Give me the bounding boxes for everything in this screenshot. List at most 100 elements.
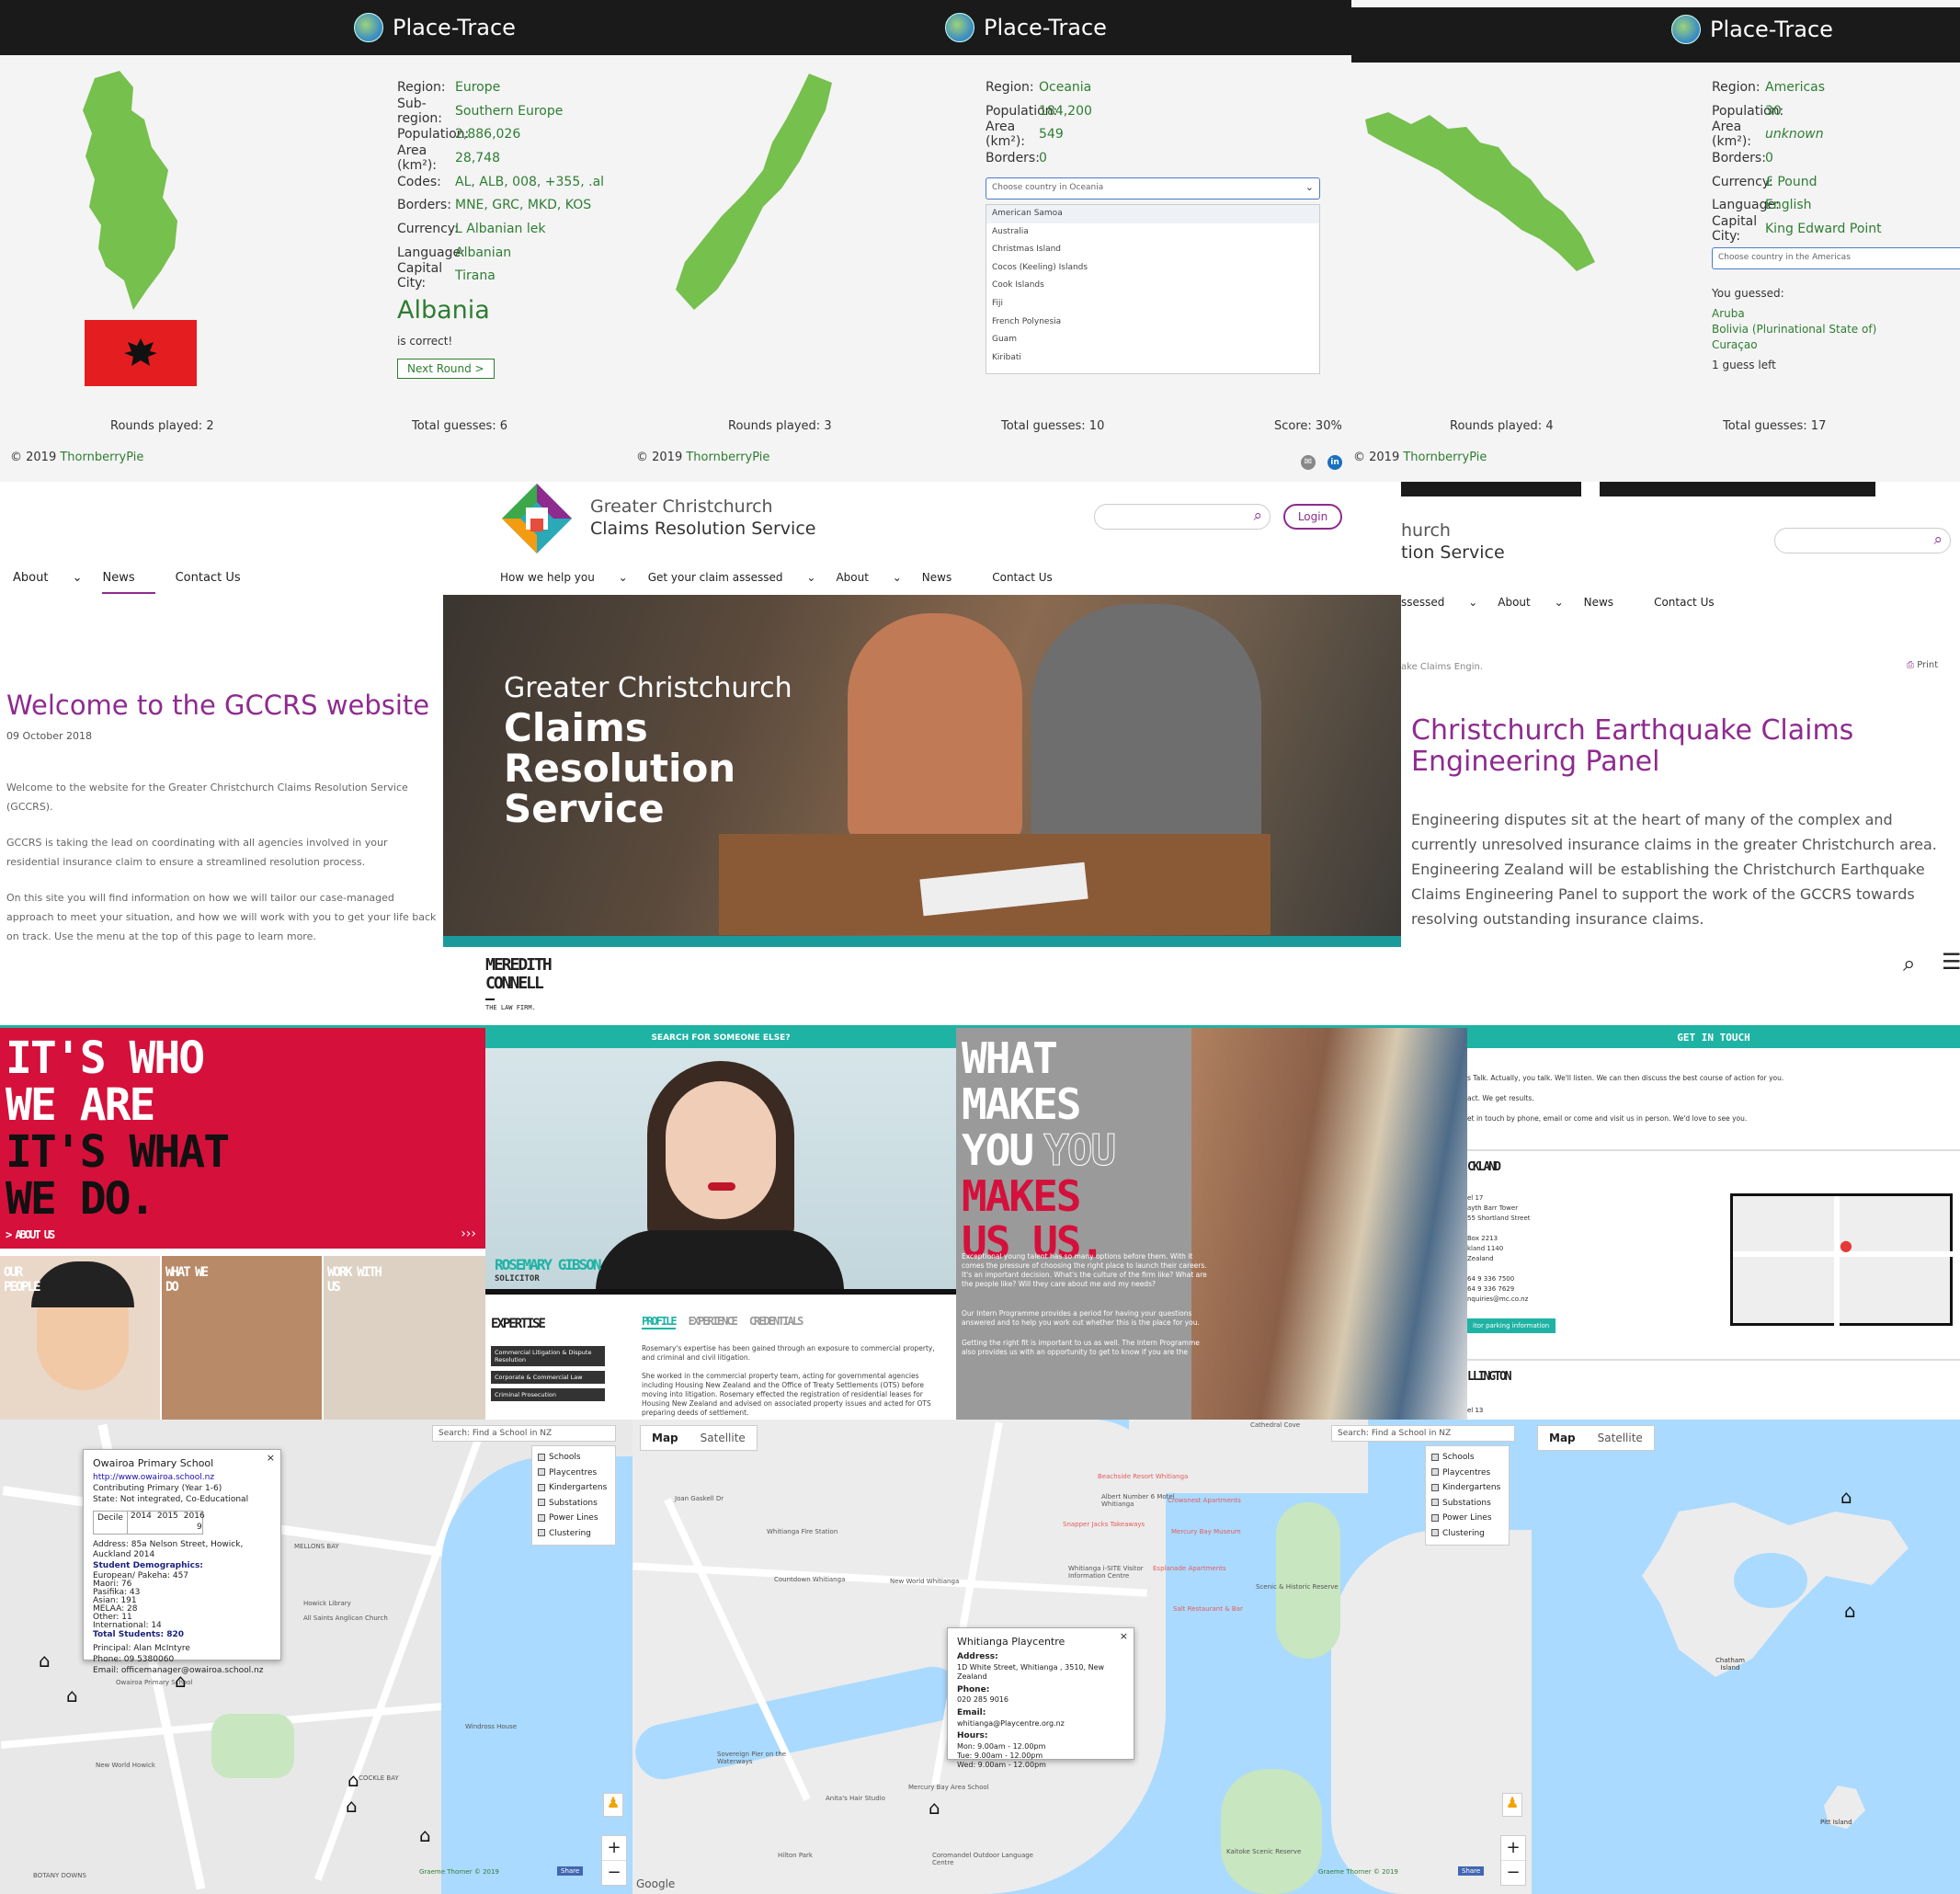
nav-news[interactable]: News — [102, 571, 155, 594]
country-option[interactable]: Fiji — [986, 295, 1319, 314]
tab-map[interactable]: Map — [1538, 1426, 1587, 1450]
login-button[interactable]: Login — [1283, 504, 1342, 530]
expertise-tag[interactable]: Commercial Litigation & Dispute Resoluti… — [491, 1346, 605, 1366]
school-marker-icon[interactable]: ⌂ — [39, 1649, 51, 1672]
school-marker-icon[interactable]: ⌂ — [346, 1795, 358, 1817]
school-map-howick[interactable]: Search: Find a School in NZ MELLONS BAY C… — [0, 1420, 632, 1894]
layer-toggle[interactable]: Clustering — [1431, 1526, 1503, 1542]
layer-toggle[interactable]: Kindergartens — [1431, 1480, 1503, 1496]
checkbox-icon[interactable] — [538, 1513, 545, 1522]
nav-about[interactable]: About ⌄ — [836, 571, 901, 584]
country-option[interactable]: American Samoa — [986, 205, 1319, 223]
zoom-in-button[interactable]: + — [1501, 1836, 1525, 1860]
playcentre-map-chatham[interactable]: Map Satellite ⌂ ⌂ Chatham Island Pitt Is… — [1532, 1420, 1960, 1894]
layer-toggle[interactable]: Power Lines — [538, 1511, 610, 1526]
layer-toggle[interactable]: Playcentres — [1431, 1466, 1503, 1481]
close-icon[interactable]: × — [267, 1452, 275, 1465]
breadcrumb[interactable]: ake Claims Engin. — [1401, 662, 1483, 672]
checkbox-icon[interactable] — [1431, 1453, 1439, 1461]
print-button[interactable]: ⎙ Print — [1907, 660, 1938, 670]
office-map[interactable]: ● — [1730, 1193, 1955, 1329]
layer-toggle[interactable]: Schools — [538, 1450, 610, 1466]
map-type-control[interactable]: Map Satellite — [1537, 1425, 1655, 1451]
email-icon[interactable]: ✉ — [1301, 455, 1316, 470]
checkbox-icon[interactable] — [538, 1468, 545, 1476]
layer-toggle[interactable]: Power Lines — [1431, 1511, 1503, 1526]
expertise-tag[interactable]: Criminal Prosecution — [491, 1388, 605, 1401]
checkbox-icon[interactable] — [1431, 1529, 1439, 1536]
pegman-icon[interactable]: ♟ — [1502, 1793, 1522, 1817]
search-banner[interactable]: SEARCH FOR SOMEONE ELSE? — [485, 1028, 956, 1048]
layer-toggle[interactable]: Clustering — [538, 1526, 610, 1542]
zoom-control[interactable]: + − — [601, 1835, 627, 1886]
nav-about[interactable]: About ⌄ — [13, 571, 82, 594]
country-select[interactable]: Choose country in Oceania ⌄ — [986, 177, 1320, 200]
tab-satellite[interactable]: Satellite — [1587, 1426, 1654, 1450]
school-marker-icon[interactable]: ⌂ — [348, 1769, 359, 1791]
nav-claim-assessed[interactable]: ssessed ⌄ — [1401, 596, 1477, 609]
search-input[interactable]: ⌕ — [1094, 504, 1271, 530]
school-search-input[interactable]: Search: Find a School in NZ — [432, 1425, 616, 1442]
nav-contact[interactable]: Contact Us — [1654, 596, 1735, 609]
search-icon[interactable]: ⌕ — [1253, 507, 1262, 525]
country-option[interactable]: Cocos (Keeling) Islands — [986, 259, 1319, 278]
menu-icon[interactable]: ☰ — [1942, 949, 1960, 975]
zoom-out-button[interactable]: − — [602, 1860, 626, 1885]
checkbox-icon[interactable] — [538, 1499, 545, 1506]
nav-contact[interactable]: Contact Us — [176, 571, 261, 594]
zoom-control[interactable]: + − — [1500, 1835, 1526, 1886]
app-brand[interactable]: Place-Trace — [354, 13, 516, 42]
tile-what-we-do[interactable]: WHAT WE DO — [162, 1256, 322, 1420]
layer-toggle[interactable]: Playcentres — [538, 1466, 610, 1481]
nav-news[interactable]: News — [922, 571, 972, 584]
owner-link[interactable]: ThornberryPie — [60, 451, 143, 464]
nav-claim-assessed[interactable]: Get your claim assessed ⌄ — [648, 571, 816, 584]
owner-link[interactable]: ThornberryPie — [686, 451, 769, 464]
country-option[interactable]: Kiribati — [986, 349, 1319, 368]
map-type-control[interactable]: Map Satellite — [640, 1425, 758, 1451]
checkbox-icon[interactable] — [1431, 1483, 1439, 1491]
nav-about[interactable]: About ⌄ — [1498, 596, 1563, 609]
profile-tab[interactable]: PROFILE — [642, 1315, 678, 1329]
visitor-parking-button[interactable]: itor parking information — [1467, 1318, 1555, 1333]
playcentre-marker-icon[interactable]: ⌂ — [1840, 1486, 1852, 1508]
country-option[interactable]: Guam — [986, 331, 1319, 349]
school-marker-icon[interactable]: ⌂ — [929, 1797, 940, 1819]
layer-toggle[interactable]: Kindergartens — [538, 1480, 610, 1496]
layer-toggle[interactable]: Schools — [1431, 1450, 1503, 1466]
close-icon[interactable]: × — [1120, 1630, 1128, 1643]
nav-how-we-help[interactable]: How we help you ⌄ — [500, 571, 628, 584]
expertise-tag[interactable]: Corporate & Commercial Law — [491, 1371, 605, 1384]
nav-news[interactable]: News — [1584, 596, 1634, 609]
share-button[interactable]: Share — [1458, 1866, 1485, 1876]
checkbox-icon[interactable] — [538, 1483, 545, 1491]
school-marker-icon[interactable]: ⌂ — [66, 1684, 78, 1706]
layer-toggle[interactable]: Substations — [538, 1496, 610, 1512]
checkbox-icon[interactable] — [1431, 1513, 1439, 1522]
nav-contact[interactable]: Contact Us — [992, 571, 1073, 584]
checkbox-icon[interactable] — [1431, 1499, 1439, 1506]
search-icon[interactable]: ⌕ — [1933, 531, 1943, 549]
linkedin-icon[interactable]: in — [1328, 455, 1342, 470]
profile-tab[interactable]: CREDENTIALS — [749, 1315, 804, 1329]
search-icon[interactable]: ⌕ — [1903, 951, 1915, 976]
tab-satellite[interactable]: Satellite — [689, 1426, 757, 1450]
checkbox-icon[interactable] — [538, 1529, 545, 1536]
country-option[interactable]: Australia — [986, 223, 1319, 242]
playcentre-map-whitianga[interactable]: Map Satellite Search: Find a School in N… — [632, 1420, 1532, 1894]
playcentre-marker-icon[interactable]: ⌂ — [1844, 1600, 1856, 1622]
tab-map[interactable]: Map — [641, 1426, 689, 1450]
country-options-list[interactable]: American Samoa Australia Christmas Island C… — [986, 204, 1320, 374]
checkbox-icon[interactable] — [1431, 1468, 1439, 1476]
tile-work-with-us[interactable]: WORK WITH US — [324, 1256, 485, 1420]
school-website-link[interactable]: http://www.owairoa.school.nz — [93, 1473, 271, 1484]
mc-logo[interactable]: MEREDITH CONNELL THE LAW FIRM. — [485, 956, 553, 1011]
layer-toggle[interactable]: Substations — [1431, 1496, 1503, 1512]
school-search-input[interactable]: Search: Find a School in NZ — [1331, 1425, 1515, 1442]
pegman-icon[interactable]: ♟ — [603, 1793, 623, 1817]
school-marker-icon[interactable]: ⌂ — [419, 1824, 431, 1846]
country-option[interactable]: Christmas Island — [986, 241, 1319, 259]
zoom-in-button[interactable]: + — [602, 1836, 626, 1860]
arrow-icon[interactable]: ››› — [461, 1227, 476, 1241]
search-input[interactable]: ⌕ — [1774, 528, 1951, 553]
